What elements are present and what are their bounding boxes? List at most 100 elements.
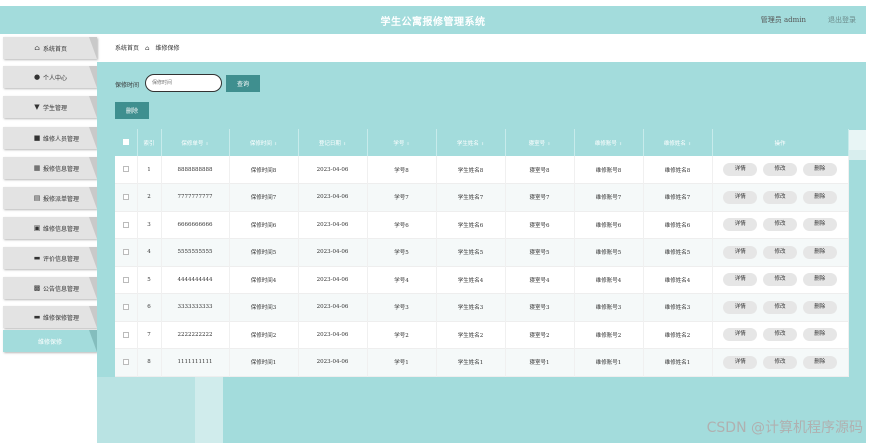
register-date-cell: 2023-04-06	[298, 238, 368, 266]
column-header-label: 维修姓名	[663, 140, 686, 147]
repairer-account-cell: 维修账号2	[574, 321, 644, 349]
sidebar-item-repair-info[interactable]: ▣ 维修信息管理	[3, 217, 97, 239]
repair-time-cell: 保修时间4	[229, 266, 299, 294]
decorative-block	[195, 377, 223, 443]
row-actions: 详情 修改 删除	[712, 156, 849, 184]
sidebar-item-profile[interactable]: ● 个人中心	[3, 66, 97, 88]
detail-button[interactable]: 详情	[723, 190, 758, 204]
sidebar-item-label: 评价信息管理	[43, 255, 80, 263]
monitor-icon: ▬	[33, 254, 41, 262]
row-actions: 详情 修改 删除	[712, 293, 849, 321]
decorative-block	[97, 377, 197, 443]
sidebar-item-reviews[interactable]: ▬ 评价信息管理	[3, 247, 97, 269]
column-header-student-name[interactable]: 学生姓名 ⇕	[436, 129, 506, 156]
batch-delete-button[interactable]: 删除	[115, 102, 149, 119]
repair-time-cell: 保修时间1	[229, 348, 299, 376]
table-row: 7 2222222222 保修时间2 2023-04-06 学号2 学生姓名2 寝室号2 维修…	[115, 321, 849, 349]
sort-icon[interactable]: ⇕	[688, 141, 691, 146]
sidebar-item-repair-staff[interactable]: ■ 维修人员管理	[3, 127, 97, 149]
detail-button[interactable]: 详情	[723, 355, 758, 369]
sidebar-item-students[interactable]: ▼ 学生管理	[3, 96, 97, 118]
index-cell: 6	[137, 293, 162, 321]
data-table: 索引 保修单号 ⇕ 保修时间 ⇕ 登记日期 ⇕ 学号 ⇕ 学生姓名 ⇕ 寝室号 ⇕ 维修账号…	[115, 129, 849, 377]
sidebar-item-repair-requests[interactable]: ▦ 报修信息管理	[3, 157, 97, 179]
search-button[interactable]: 查询	[226, 75, 260, 92]
sort-icon[interactable]: ⇕	[406, 141, 409, 146]
row-checkbox[interactable]	[115, 321, 138, 349]
sidebar-item-repair-warranty[interactable]: ▬ 维修保修管理	[3, 306, 97, 328]
detail-button[interactable]: 详情	[723, 273, 758, 287]
detail-button[interactable]: 详情	[723, 245, 758, 259]
delete-button[interactable]: 删除	[802, 300, 837, 314]
app-title: 学生公寓报修管理系统	[380, 17, 486, 28]
sort-icon[interactable]: ⇕	[343, 141, 346, 146]
index-cell: 7	[137, 321, 162, 349]
table-row: 6 3333333333 保修时间3 2023-04-06 学号3 学生姓名3 寝室号3 维修…	[115, 293, 849, 321]
edit-button[interactable]: 修改	[763, 163, 797, 176]
sort-icon[interactable]: ⇕	[619, 141, 622, 146]
column-header-dorm-no[interactable]: 寝室号 ⇕	[505, 129, 575, 156]
top-header: 学生公寓报修管理系统 管理员 admin 退出登录	[0, 6, 866, 34]
column-header-repairer-account[interactable]: 维修账号 ⇕	[574, 129, 644, 156]
row-checkbox[interactable]	[115, 293, 138, 321]
row-checkbox[interactable]	[115, 266, 138, 294]
home-icon: ⌂	[34, 44, 40, 52]
row-actions: 详情 修改 删除	[712, 321, 849, 349]
edit-button[interactable]: 修改	[763, 218, 797, 232]
sort-icon[interactable]: ⇕	[274, 141, 277, 146]
edit-button[interactable]: 修改	[763, 245, 797, 259]
sort-icon[interactable]: ⇕	[547, 141, 550, 146]
table-row: 5 4444444444 保修时间4 2023-04-06 学号4 学生姓名4 寝室号4 维修…	[115, 266, 849, 294]
delete-button[interactable]: 删除	[802, 328, 837, 342]
edit-button[interactable]: 修改	[763, 355, 797, 369]
column-header-label: 登记日期	[318, 140, 341, 147]
detail-button[interactable]: 详情	[723, 163, 758, 176]
row-checkbox[interactable]	[115, 348, 138, 376]
detail-button[interactable]: 详情	[723, 300, 758, 314]
sidebar-item-label: 报修信息管理	[43, 165, 80, 173]
register-date-cell: 2023-04-06	[298, 293, 368, 321]
sort-icon[interactable]: ⇕	[205, 141, 208, 146]
column-header-repairer-name[interactable]: 维修姓名 ⇕	[643, 129, 713, 156]
delete-button[interactable]: 删除	[802, 273, 837, 287]
edit-button[interactable]: 修改	[763, 190, 797, 204]
select-all-checkbox[interactable]	[115, 129, 138, 156]
student-name-cell: 学生姓名4	[436, 266, 506, 294]
column-header-register-date[interactable]: 登记日期 ⇕	[298, 129, 368, 156]
edit-button[interactable]: 修改	[763, 300, 797, 314]
repairer-account-cell: 维修账号7	[574, 183, 644, 211]
column-header-student-id[interactable]: 学号 ⇕	[367, 129, 437, 156]
index-cell: 4	[137, 238, 162, 266]
logout-link[interactable]: 退出登录	[828, 15, 856, 25]
delete-button[interactable]: 删除	[802, 355, 837, 369]
apps-icon: ▩	[33, 284, 41, 292]
repair-time-cell: 保修时间8	[229, 156, 299, 184]
row-checkbox[interactable]	[115, 238, 138, 266]
sidebar-item-dispatch[interactable]: ▤ 报修派单管理	[3, 187, 97, 209]
sidebar-item-home[interactable]: ⌂ 系统首页	[3, 37, 97, 59]
column-header-repair-time[interactable]: 保修时间 ⇕	[229, 129, 299, 156]
breadcrumb-home[interactable]: 系统首页	[115, 45, 139, 52]
repair-time-search-input[interactable]	[145, 74, 222, 92]
delete-button[interactable]: 删除	[802, 163, 837, 176]
breadcrumb-separator-icon: ⌂	[144, 45, 150, 52]
row-checkbox[interactable]	[115, 156, 138, 184]
column-header-index: 索引	[137, 129, 162, 156]
delete-button[interactable]: 删除	[802, 190, 837, 204]
detail-button[interactable]: 详情	[723, 328, 758, 342]
repair-time-cell: 保修时间7	[229, 183, 299, 211]
sidebar-subitem-repair-warranty[interactable]: 维修保修	[3, 330, 97, 352]
delete-button[interactable]: 删除	[802, 245, 837, 259]
edit-button[interactable]: 修改	[763, 328, 797, 342]
delete-button[interactable]: 删除	[802, 218, 837, 232]
column-header-repair-no[interactable]: 保修单号 ⇕	[161, 129, 230, 156]
sidebar-item-announcements[interactable]: ▩ 公告信息管理	[3, 277, 97, 299]
row-checkbox[interactable]	[115, 183, 138, 211]
repair-no-cell: 6666666666	[161, 211, 230, 239]
column-header-label: 学生姓名	[456, 140, 479, 147]
sort-icon[interactable]: ⇕	[481, 141, 484, 146]
edit-button[interactable]: 修改	[763, 273, 797, 287]
row-checkbox[interactable]	[115, 211, 138, 239]
user-icon: ●	[33, 73, 41, 81]
detail-button[interactable]: 详情	[723, 218, 758, 232]
